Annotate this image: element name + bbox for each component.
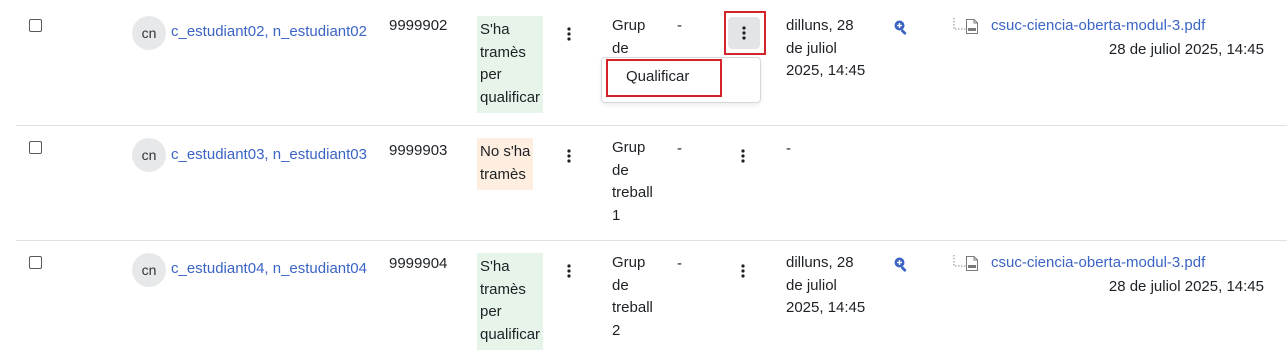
group-name: Grup de treball 1 [612,137,653,227]
student-name-link[interactable]: c_estudiant03, n_estudiant03 [171,146,367,163]
status-line: qualificar [480,325,541,343]
file-link[interactable]: csuc-ciencia-oberta-modul-3.pdf [991,254,1205,271]
avatar: cn [132,253,166,287]
status-line: per [480,303,502,320]
tree-connector-icon [953,255,967,273]
kebab-menu-icon [741,264,745,278]
zoom-in-icon[interactable] [893,256,909,276]
student-name-link[interactable]: c_estudiant04, n_estudiant04 [171,260,367,277]
group-line: Grup [612,254,646,271]
select-checkbox[interactable] [29,256,42,269]
group-line: treball [612,184,653,201]
group-line: treball [612,299,653,316]
last-modified: dilluns, 28 de juliol 2025, 14:45 [786,252,865,320]
status-line: tramès [480,280,526,298]
status-line: S'ha [480,21,510,38]
select-checkbox[interactable] [29,141,42,154]
zoom-in-icon[interactable] [893,19,909,39]
menu-item-grade[interactable]: Qualificar [626,68,689,85]
status-line: tramès [480,165,526,183]
status-line: qualificar [480,88,541,106]
kebab-menu-icon [741,149,745,163]
file-date: 28 de juliol 2025, 14:45 [1108,278,1264,295]
status-badge: No s'ha tramès [477,138,534,190]
kebab-menu-icon [567,149,571,163]
avatar: cn [132,16,166,50]
modified-line: dilluns, 28 [786,17,854,34]
group-line: 2 [612,321,621,339]
grade-actions-button[interactable] [727,255,759,287]
status-actions-button[interactable] [553,18,585,50]
id-number: 9999904 [389,255,448,272]
modified-line: dilluns, 28 [786,254,854,271]
status-line: S'ha [480,258,510,275]
grade-value: - [677,140,682,157]
avatar-initials: cn [141,25,157,41]
group-line: 1 [612,206,621,224]
grade-actions-button[interactable] [728,17,760,49]
table-row: cn c_estudiant03, n_estudiant03 9999903 … [0,126,1287,240]
student-name-link[interactable]: c_estudiant02, n_estudiant02 [171,23,367,40]
group-name: Grup de treball 2 [612,252,653,342]
avatar-initials: cn [141,262,157,278]
group-line: Grup [612,139,646,156]
pdf-file-icon [966,19,978,34]
modified-line: 2025, 14:45 [786,299,866,316]
select-checkbox[interactable] [29,19,42,32]
status-actions-button[interactable] [553,255,585,287]
group-line: de [612,161,629,179]
tree-connector-icon [953,18,967,36]
status-badge: S'ha tramès per qualificar [477,253,544,350]
status-line: per [480,66,502,83]
file-link[interactable]: csuc-ciencia-oberta-modul-3.pdf [991,17,1205,34]
table-row: cn c_estudiant02, n_estudiant02 9999902 … [0,0,1287,125]
grade-actions-button[interactable] [727,140,759,172]
last-modified: - [786,140,791,157]
kebab-menu-icon [742,26,746,40]
status-actions-button[interactable] [553,140,585,172]
group-line: de [612,276,629,294]
modified-line: de juliol [786,276,837,294]
table-row: cn c_estudiant04, n_estudiant04 9999904 … [0,241,1287,354]
modified-line: de juliol [786,39,837,57]
status-line: tramès [480,43,526,61]
last-modified: dilluns, 28 de juliol 2025, 14:45 [786,15,865,83]
status-line: No s'ha [480,143,531,160]
avatar: cn [132,138,166,172]
file-date: 28 de juliol 2025, 14:45 [1108,41,1264,58]
pdf-file-icon [966,256,978,271]
id-number: 9999903 [389,142,448,159]
group-name: Grup de [612,15,645,60]
grade-value: - [677,255,682,272]
kebab-menu-icon [567,264,571,278]
modified-line: 2025, 14:45 [786,62,866,79]
group-line: Grup [612,17,646,34]
grade-value: - [677,17,682,34]
id-number: 9999902 [389,17,448,34]
avatar-initials: cn [141,147,157,163]
kebab-menu-icon [567,27,571,41]
status-badge: S'ha tramès per qualificar [477,16,544,113]
